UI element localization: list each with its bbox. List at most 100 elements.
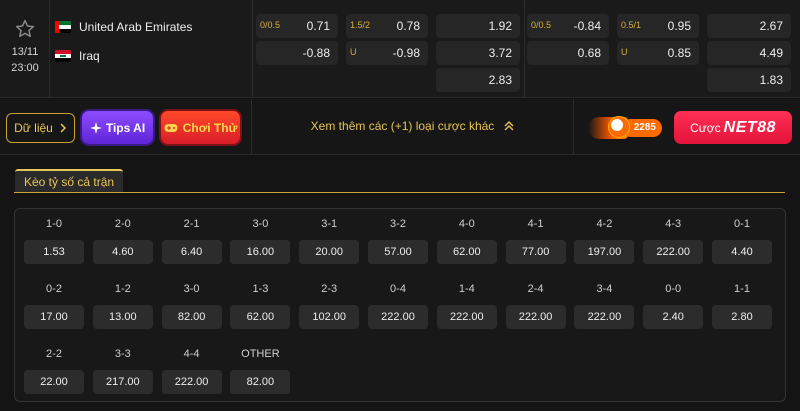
- score-odds-button[interactable]: 20.00: [299, 240, 360, 264]
- score-label: 4-3: [665, 218, 682, 230]
- score-odds-button[interactable]: 22.00: [24, 370, 84, 394]
- bar-divider: [573, 99, 574, 155]
- score-label: 3-3: [114, 348, 131, 360]
- iraq-flag-icon: [55, 50, 71, 62]
- score-label: 2-0: [114, 218, 131, 230]
- score-label: OTHER: [241, 348, 280, 360]
- tab-correct-score[interactable]: Kèo tỷ số cả trận: [15, 169, 124, 193]
- away-team-name: Iraq: [79, 49, 100, 63]
- score-odds-button[interactable]: 197.00: [574, 240, 635, 264]
- score-label: 0-0: [665, 283, 682, 295]
- play-trial-button[interactable]: Chơi Thử: [161, 111, 240, 144]
- brand-logo: NET88: [723, 118, 776, 136]
- odds-cell-ft-away-win[interactable]: 3.72: [436, 41, 520, 65]
- score-odds-button[interactable]: 2.80: [712, 305, 772, 329]
- score-odds-button[interactable]: 4.40: [712, 240, 772, 264]
- odds-cell-h1-handicap-home[interactable]: 0/0.5 -0.84: [527, 14, 609, 38]
- score-label: 1-0: [46, 218, 62, 230]
- chevron-right-icon: [60, 123, 66, 133]
- odds-cell-h1-home-win[interactable]: 2.67: [707, 14, 791, 38]
- odds-cell-h1-away-win[interactable]: 4.49: [707, 41, 791, 65]
- odds-cell-ft-home-win[interactable]: 1.92: [436, 14, 520, 38]
- score-odds-button[interactable]: 217.00: [92, 370, 153, 394]
- score-label: 4-0: [458, 218, 475, 230]
- score-odds-button[interactable]: 62.00: [230, 305, 291, 329]
- correct-score-panel: Kèo tỷ số cả trận 1-0 1.53 2-0 4.60 2-1 6.40 3…: [0, 156, 800, 411]
- soccer-ball-icon: [608, 116, 630, 138]
- odds-cell-ft-draw[interactable]: 2.83: [436, 68, 520, 92]
- odds-cell-h1-draw[interactable]: 1.83: [707, 68, 791, 92]
- tab-underline: [14, 192, 785, 193]
- score-odds-button[interactable]: 16.00: [230, 240, 291, 264]
- match-time-column: 13/11 23:00: [0, 0, 50, 98]
- score-odds-button[interactable]: 57.00: [368, 240, 428, 264]
- score-label: 0-1: [734, 218, 750, 230]
- data-button[interactable]: Dữ liệu: [6, 113, 75, 143]
- tips-ai-label: Tips AI: [105, 120, 146, 135]
- home-team-name: United Arab Emirates: [79, 20, 193, 34]
- odds-cell-h1-handicap-away[interactable]: 0.68: [527, 41, 609, 65]
- star-icon[interactable]: [14, 18, 36, 40]
- score-odds-button[interactable]: 2.40: [643, 305, 704, 329]
- score-odds-button[interactable]: 102.00: [299, 305, 360, 329]
- correct-score-grid: 1-0 1.53 2-0 4.60 2-1 6.40 3-0 16.00 3-1 20.00 3-2…: [14, 208, 786, 402]
- bet-label: Cược: [690, 120, 721, 135]
- score-label: 0-2: [46, 283, 62, 295]
- score-odds-button[interactable]: 77.00: [505, 240, 566, 264]
- promo-badge[interactable]: 2285: [588, 115, 666, 141]
- odds-cell-ft-over[interactable]: 1.5/2 0.78: [346, 14, 428, 38]
- score-label: 3-4: [596, 283, 613, 295]
- odds-cell-h1-over[interactable]: 0.5/1 0.95: [617, 14, 699, 38]
- more-bets-label: Xem thêm các (+1) loại cược khác: [310, 119, 495, 133]
- sparkle-icon: [89, 121, 102, 134]
- score-odds-button[interactable]: 62.00: [436, 240, 497, 264]
- play-trial-label: Chơi Thử: [182, 120, 238, 135]
- bet-net88-button[interactable]: Cược NET88: [674, 111, 792, 144]
- score-odds-button[interactable]: 17.00: [24, 305, 84, 329]
- score-odds-button[interactable]: 82.00: [161, 305, 222, 329]
- score-odds-button[interactable]: 222.00: [161, 370, 222, 394]
- tips-ai-button[interactable]: Tips AI: [82, 111, 153, 144]
- score-label: 4-2: [596, 218, 613, 230]
- match-odds-block: 13/11 23:00 United Arab Emirates Iraq 0/…: [0, 0, 800, 98]
- score-label: 3-1: [321, 218, 338, 230]
- score-label: 2-2: [46, 348, 62, 360]
- score-odds-button[interactable]: 13.00: [92, 305, 153, 329]
- score-odds-button[interactable]: 222.00: [505, 305, 566, 329]
- uae-flag-icon: [55, 21, 71, 33]
- score-label: 0-4: [390, 283, 406, 295]
- gamepad-icon: [164, 123, 178, 132]
- odds-cell-ft-handicap-away[interactable]: -0.88: [256, 41, 338, 65]
- score-label: 1-2: [114, 283, 131, 295]
- score-odds-button[interactable]: 222.00: [436, 305, 497, 329]
- column-divider: [524, 0, 525, 98]
- column-divider: [252, 0, 253, 98]
- score-label: 1-4: [458, 283, 475, 295]
- odds-cell-ft-handicap-home[interactable]: 0/0.5 0.71: [256, 14, 338, 38]
- home-team[interactable]: United Arab Emirates: [55, 17, 192, 37]
- score-label: 3-0: [183, 283, 200, 295]
- match-time: 23:00: [11, 62, 39, 74]
- double-chevron-up-icon: [504, 121, 514, 131]
- odds-cell-h1-under[interactable]: U 0.85: [617, 41, 699, 65]
- score-label: 3-0: [252, 218, 269, 230]
- score-odds-button[interactable]: 4.60: [92, 240, 153, 264]
- away-team[interactable]: Iraq: [55, 46, 100, 66]
- score-odds-button[interactable]: 222.00: [643, 240, 704, 264]
- score-label: 1-3: [252, 283, 269, 295]
- score-odds-button[interactable]: 1.53: [24, 240, 84, 264]
- more-bets-link[interactable]: Xem thêm các (+1) loại cược khác: [252, 119, 573, 133]
- score-odds-button[interactable]: 6.40: [161, 240, 222, 264]
- data-button-label: Dữ liệu: [14, 121, 53, 135]
- action-bar: Dữ liệu Tips AI Chơi Thử Xem thêm các (+…: [0, 99, 800, 155]
- score-odds-button[interactable]: 82.00: [230, 370, 291, 394]
- score-label: 3-2: [390, 218, 406, 230]
- score-odds-button[interactable]: 222.00: [368, 305, 428, 329]
- odds-cell-ft-under[interactable]: U -0.98: [346, 41, 428, 65]
- score-label: 2-3: [321, 283, 338, 295]
- score-odds-button[interactable]: 222.00: [574, 305, 635, 329]
- match-date: 13/11: [11, 46, 39, 58]
- score-label: 1-1: [734, 283, 750, 295]
- score-label: 2-4: [527, 283, 544, 295]
- score-label: 2-1: [183, 218, 200, 230]
